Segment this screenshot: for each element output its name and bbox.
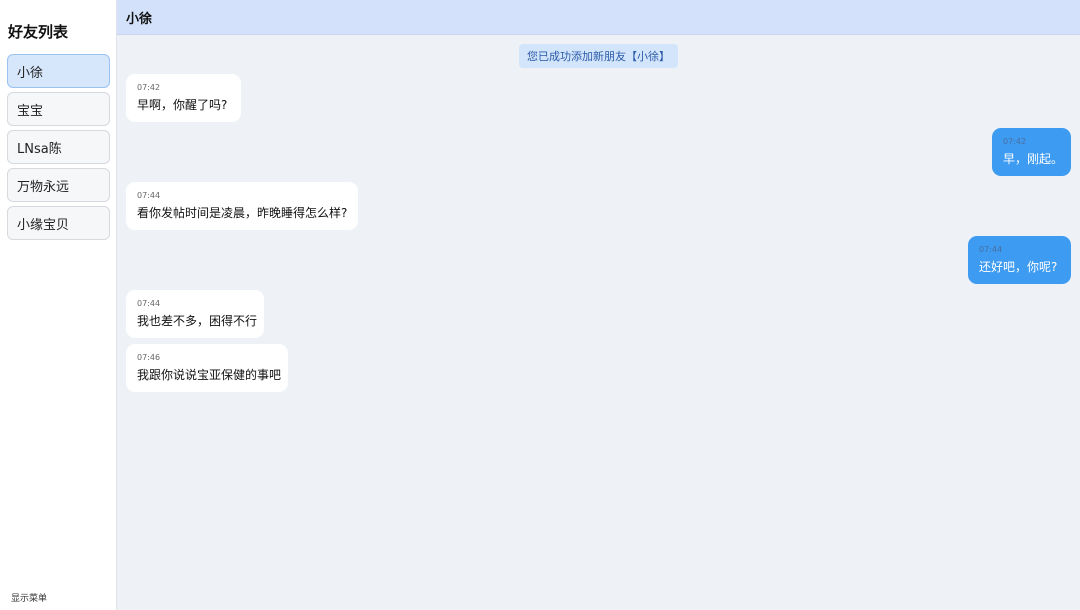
message-text: 早，刚起。 [1003,152,1064,166]
message-bubble-incoming: 07:44 我也差不多，困得不行 [126,290,264,338]
message-row: 07:44 还好吧，你呢? [126,236,1071,284]
friend-item-xiaoyuanbaobei[interactable]: 小缘宝贝 [7,206,110,240]
message-text: 看你发帖时间是凌晨，昨晚睡得怎么样? [137,206,348,220]
chat-app: 好友列表 小徐 宝宝 LNsa陈 万物永远 小缘宝贝 显示菜单 小徐 您已成功添… [0,0,1080,610]
message-row: 07:44 我也差不多，困得不行 [126,290,1071,338]
friend-list: 小徐 宝宝 LNsa陈 万物永远 小缘宝贝 [7,54,110,244]
message-row: 07:44 看你发帖时间是凌晨，昨晚睡得怎么样? [126,182,1071,230]
sidebar-title: 好友列表 [8,23,69,41]
message-time: 07:44 [137,191,161,200]
message-list: 您已成功添加新朋友【小徐】 07:42 早啊，你醒了吗? 07:42 早，刚起。… [117,35,1080,610]
message-text: 早啊，你醒了吗? [137,98,228,112]
message-time: 07:42 [1003,137,1027,146]
message-row: 07:46 我跟你说说宝亚保健的事吧 [126,344,1071,392]
system-notice: 您已成功添加新朋友【小徐】 [519,44,678,68]
chat-panel: 小徐 您已成功添加新朋友【小徐】 07:42 早啊，你醒了吗? 07:42 早，… [117,0,1080,610]
message-bubble-incoming: 07:42 早啊，你醒了吗? [126,74,241,122]
message-text: 我跟你说说宝亚保健的事吧 [137,368,282,382]
friend-sidebar: 好友列表 小徐 宝宝 LNsa陈 万物永远 小缘宝贝 显示菜单 [0,0,117,610]
show-menu-link[interactable]: 显示菜单 [11,591,47,604]
message-time: 07:44 [979,245,1003,254]
message-bubble-outgoing: 07:42 早，刚起。 [992,128,1071,176]
friend-item-baobao[interactable]: 宝宝 [7,92,110,126]
friend-item-xiaoxu[interactable]: 小徐 [7,54,110,88]
message-bubble-incoming: 07:44 看你发帖时间是凌晨，昨晚睡得怎么样? [126,182,358,230]
friend-item-wanwuyongyuan[interactable]: 万物永远 [7,168,110,202]
message-text: 还好吧，你呢? [979,260,1058,274]
message-bubble-incoming: 07:46 我跟你说说宝亚保健的事吧 [126,344,288,392]
chat-header-title: 小徐 [117,0,1080,35]
message-row: 07:42 早啊，你醒了吗? [126,74,1071,122]
message-bubble-outgoing: 07:44 还好吧，你呢? [968,236,1071,284]
friend-item-lnsachen[interactable]: LNsa陈 [7,130,110,164]
system-notice-row: 您已成功添加新朋友【小徐】 [126,44,1071,68]
message-row: 07:42 早，刚起。 [126,128,1071,176]
message-time: 07:42 [137,83,161,92]
message-text: 我也差不多，困得不行 [137,314,258,328]
message-time: 07:46 [137,353,161,362]
message-time: 07:44 [137,299,161,308]
